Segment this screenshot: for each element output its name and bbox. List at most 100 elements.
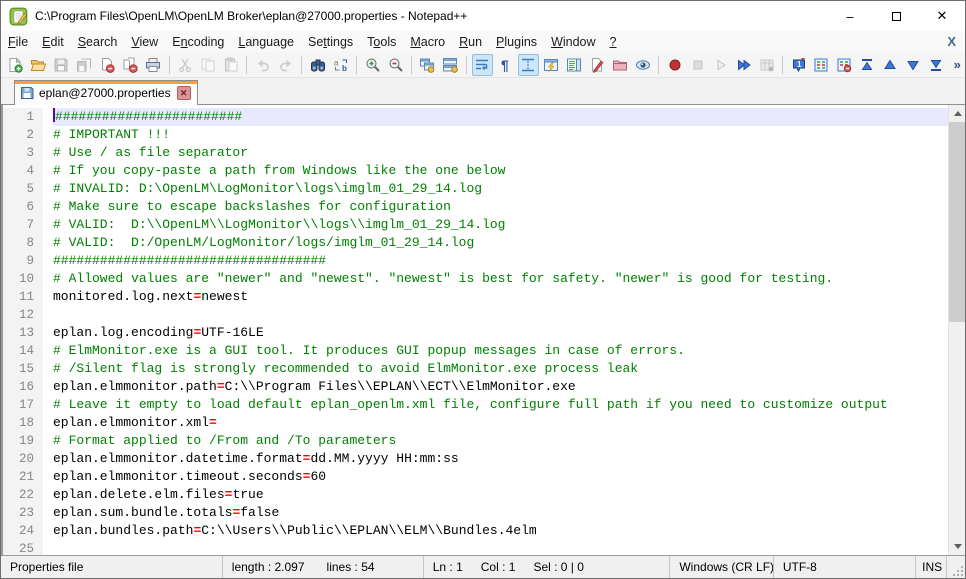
editor-line-23[interactable]: 23eplan.sum.bundle.totals=false	[3, 504, 948, 522]
editor-line-1[interactable]: 1########################	[3, 108, 948, 126]
editor-line-17[interactable]: 17# Leave it empty to load default eplan…	[3, 396, 948, 414]
editor-line-21[interactable]: 21eplan.elmmonitor.timeout.seconds=60	[3, 468, 948, 486]
editor-line-3[interactable]: 3# Use / as file separator	[3, 144, 948, 162]
editor-line-19[interactable]: 19# Format applied to /From and /To para…	[3, 432, 948, 450]
folder-as-workspace-button[interactable]	[610, 54, 631, 76]
toolbar-overflow-button[interactable]: »	[950, 57, 965, 72]
scroll-to-last-button[interactable]	[926, 54, 947, 76]
show-all-characters-button[interactable]: ¶	[495, 54, 516, 76]
menu-run[interactable]: Run	[452, 33, 489, 51]
scrollbar-up-arrow[interactable]	[949, 105, 965, 122]
macro-play-button	[710, 54, 731, 76]
editor-line-20[interactable]: 20eplan.elmmonitor.datetime.format=dd.MM…	[3, 450, 948, 468]
editor-line-14[interactable]: 14# ElmMonitor.exe is a GUI tool. It pro…	[3, 342, 948, 360]
word-wrap-button[interactable]	[472, 54, 493, 76]
menu-help[interactable]: ?	[603, 33, 624, 51]
menu-language[interactable]: Language	[231, 33, 301, 51]
status-insert-mode[interactable]: INS	[916, 556, 947, 578]
next-mark-button[interactable]	[903, 54, 924, 76]
svg-text:a: a	[334, 58, 339, 67]
editor-line-15[interactable]: 15# /Silent flag is strongly recommended…	[3, 360, 948, 378]
show-all-characters-icon: ¶	[497, 57, 513, 73]
status-selection: Sel : 0 | 0	[533, 560, 583, 574]
editor-area[interactable]: 1########################2# IMPORTANT !!…	[1, 105, 965, 555]
previous-mark-icon	[882, 57, 898, 73]
list-marks-button[interactable]	[811, 54, 832, 76]
document-map-button[interactable]	[564, 54, 585, 76]
print-icon	[145, 57, 161, 73]
fold-margin	[43, 198, 53, 216]
show-indent-guide-button[interactable]	[518, 54, 539, 76]
scrollbar-down-arrow[interactable]	[949, 538, 965, 555]
print-button[interactable]	[143, 54, 164, 76]
editor-line-4[interactable]: 4# If you copy-paste a path from Windows…	[3, 162, 948, 180]
editor-line-11[interactable]: 11monitored.log.next=newest	[3, 288, 948, 306]
menu-view[interactable]: View	[124, 33, 165, 51]
new-file-button[interactable]	[5, 54, 26, 76]
menu-macro[interactable]: Macro	[403, 33, 452, 51]
toolbar-separator	[782, 56, 783, 74]
minimize-icon: –	[846, 9, 853, 24]
menubar-close-document-x[interactable]: X	[938, 34, 965, 49]
previous-mark-button[interactable]	[880, 54, 901, 76]
menu-file[interactable]: File	[1, 33, 35, 51]
find-button[interactable]	[307, 54, 328, 76]
editor-line-22[interactable]: 22eplan.delete.elm.files=true	[3, 486, 948, 504]
editor-line-5[interactable]: 5# INVALID: D:\OpenLM\LogMonitor\logs\im…	[3, 180, 948, 198]
minimize-button[interactable]: –	[827, 1, 873, 31]
save-all-icon	[76, 57, 92, 73]
zoom-out-icon	[388, 57, 404, 73]
menu-plugins[interactable]: Plugins	[489, 33, 544, 51]
close-file-button[interactable]	[97, 54, 118, 76]
editor-line-10[interactable]: 10# Allowed values are "newer" and "newe…	[3, 270, 948, 288]
menu-settings[interactable]: Settings	[301, 33, 360, 51]
editor-line-9[interactable]: 9###################################	[3, 252, 948, 270]
editor-line-7[interactable]: 7# VALID: D:\\OpenLM\\LogMonitor\\logs\\…	[3, 216, 948, 234]
fold-margin	[43, 126, 53, 144]
editor-line-13[interactable]: 13eplan.log.encoding=UTF-16LE	[3, 324, 948, 342]
document-switcher-button[interactable]	[587, 54, 608, 76]
close-button[interactable]: ✕	[919, 1, 965, 31]
replace-button[interactable]: ab	[330, 54, 351, 76]
line-number: 14	[3, 342, 43, 360]
menu-encoding[interactable]: Encoding	[165, 33, 231, 51]
bookmark-flag-1-button[interactable]: 1	[788, 54, 809, 76]
macro-run-multiple-button[interactable]	[733, 54, 754, 76]
resize-grip[interactable]	[947, 556, 965, 578]
line-number: 13	[3, 324, 43, 342]
editor-line-18[interactable]: 18eplan.elmmonitor.xml=	[3, 414, 948, 432]
editor-line-6[interactable]: 6# Make sure to escape backslashes for c…	[3, 198, 948, 216]
editor-line-12[interactable]: 12	[3, 306, 948, 324]
editor-line-16[interactable]: 16eplan.elmmonitor.path=C:\\Program File…	[3, 378, 948, 396]
scroll-to-first-button[interactable]	[857, 54, 878, 76]
menu-search[interactable]: Search	[71, 33, 125, 51]
tab-eplan-properties[interactable]: eplan@27000.properties ✕	[14, 80, 198, 105]
zoom-out-button[interactable]	[385, 54, 406, 76]
list-marks-remove-button[interactable]	[834, 54, 855, 76]
scrollbar-thumb[interactable]	[949, 122, 965, 322]
line-number: 11	[3, 288, 43, 306]
editor-line-2[interactable]: 2# IMPORTANT !!!	[3, 126, 948, 144]
show-indent-guide-icon	[520, 57, 536, 73]
sync-horizontal-scroll-button[interactable]	[440, 54, 461, 76]
sync-vertical-scroll-button[interactable]	[417, 54, 438, 76]
vertical-scrollbar[interactable]	[948, 105, 965, 555]
close-all-files-button[interactable]	[120, 54, 141, 76]
editor-line-24[interactable]: 24eplan.bundles.path=C:\\Users\\Public\\…	[3, 522, 948, 540]
menu-window[interactable]: Window	[544, 33, 602, 51]
open-file-button[interactable]	[28, 54, 49, 76]
editor-line-25[interactable]: 25	[3, 540, 948, 555]
line-number: 23	[3, 504, 43, 522]
macro-record-button[interactable]	[664, 54, 685, 76]
tab-close-icon[interactable]: ✕	[177, 86, 191, 100]
list-marks-icon	[813, 57, 829, 73]
window-controls: – ✕	[827, 1, 965, 31]
monitoring-eye-button[interactable]	[632, 54, 653, 76]
editor-line-8[interactable]: 8# VALID: D:/OpenLM/LogMonitor/logs/imgl…	[3, 234, 948, 252]
maximize-button[interactable]	[873, 1, 919, 31]
zoom-in-button[interactable]	[362, 54, 383, 76]
active-tab-accent	[15, 81, 197, 84]
function-list-button[interactable]	[541, 54, 562, 76]
menu-edit[interactable]: Edit	[35, 33, 71, 51]
menu-tools[interactable]: Tools	[360, 33, 403, 51]
